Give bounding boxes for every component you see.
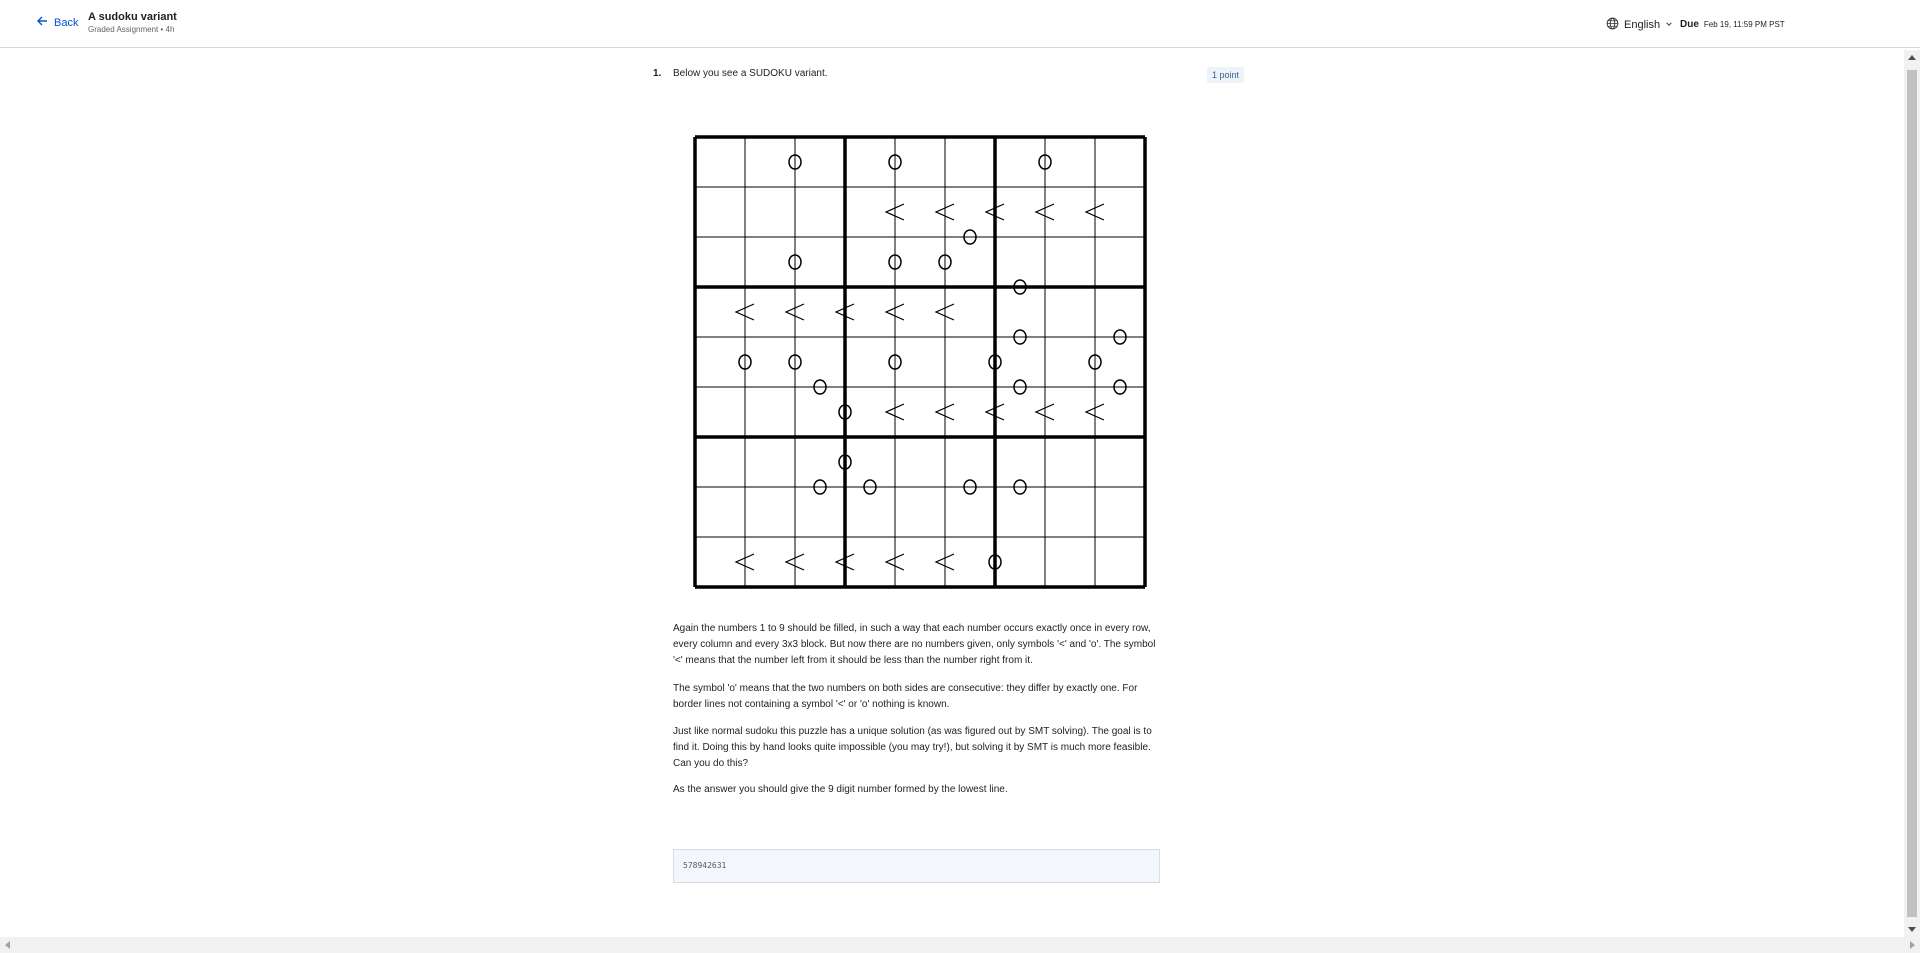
due-date: Feb 19, 11:59 PM PST [1703,20,1785,29]
back-label: Back [54,16,79,29]
globe-icon [1606,17,1619,33]
instruction-paragraph-4: As the answer you should give the 9 digi… [673,784,1008,795]
answer-input[interactable]: 578942631 [673,849,1160,883]
scroll-left-icon[interactable] [5,941,10,949]
sudoku-variant-image [692,134,1148,595]
assignment-title: A sudoku variant [88,11,177,23]
sudoku-grid [693,135,1147,589]
back-button[interactable]: Back [36,15,78,30]
points-badge: 1 point [1207,67,1245,83]
chevron-down-icon [1665,19,1673,31]
question-prompt: Below you see a SUDOKU variant. [673,68,828,79]
due-info: Due Feb 19, 11:59 PM PST [1680,19,1785,30]
horizontal-scrollbar[interactable] [0,937,1920,953]
top-bar: Back A sudoku variant Graded Assignment … [0,0,1920,48]
instruction-paragraph-3: Just like normal sudoku this puzzle has … [673,726,1152,769]
answer-value: 578942631 [683,861,727,870]
instruction-paragraph-2: The symbol 'o' means that the two number… [673,683,1138,710]
language-selector[interactable]: English [1606,17,1673,33]
arrow-left-icon [36,15,48,30]
scroll-down-icon[interactable] [1908,927,1916,932]
language-label: English [1624,19,1661,31]
vertical-scrollbar[interactable] [1904,50,1920,937]
question-number: 1. [653,68,662,79]
instruction-paragraph-1: Again the numbers 1 to 9 should be fille… [673,623,1156,666]
scroll-up-icon[interactable] [1908,55,1916,60]
scroll-right-icon[interactable] [1910,941,1915,949]
scroll-thumb[interactable] [1907,70,1917,917]
assignment-subtitle: Graded Assignment • 4h [88,25,175,34]
due-label: Due [1680,19,1699,30]
